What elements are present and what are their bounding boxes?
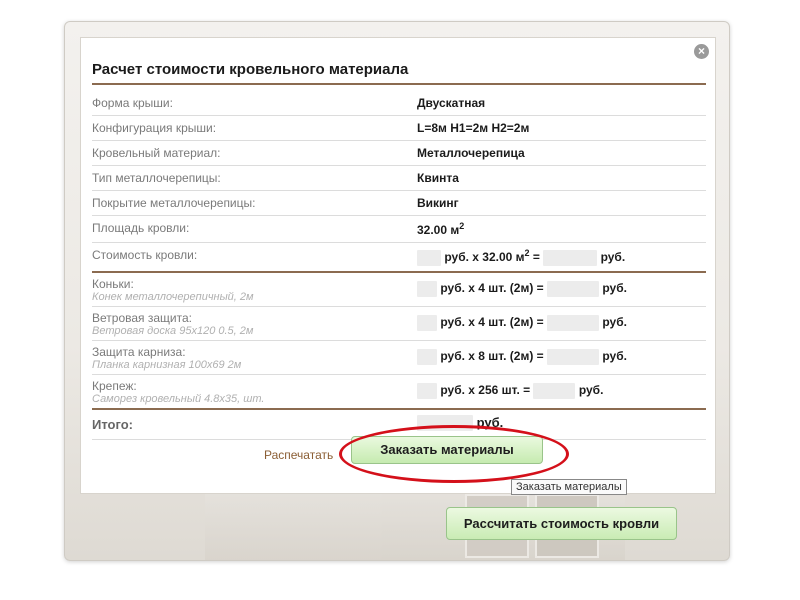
cost-table: Форма крыши: Двускатная Конфигурация кры…	[92, 91, 706, 440]
row-value: руб. x 4 шт. (2м) = руб.	[412, 271, 706, 307]
hidden-price	[417, 315, 437, 332]
item-unit: руб.	[578, 383, 604, 398]
hidden-price	[417, 249, 441, 266]
item-expr: руб. x 4 шт. (2м) =	[440, 315, 544, 330]
row-value: L=8м H1=2м H2=2м	[412, 115, 706, 141]
row-label: Форма крыши:	[92, 91, 412, 116]
hidden-sum	[543, 249, 598, 266]
item-unit: руб.	[602, 315, 627, 330]
price-expr: руб. x 32.00 м	[444, 250, 525, 264]
price-unit: руб.	[600, 250, 626, 264]
hidden-price	[417, 349, 437, 366]
item-label-cell: Коньки: Конек металлочерепичный, 2м	[92, 271, 412, 307]
item-label-cell: Ветровая защита: Ветровая доска 95х120 0…	[92, 306, 412, 341]
row-value: Металлочерепица	[412, 140, 706, 166]
row-value: Квинта	[412, 165, 706, 191]
area-value: 32.00 м	[417, 223, 460, 237]
hidden-sum	[547, 281, 600, 298]
item-desc: Конек металлочерепичный, 2м	[92, 290, 254, 303]
row-label: Кровельный материал:	[92, 140, 412, 166]
item-desc: Ветровая доска 95х120 0.5, 2м	[92, 324, 254, 337]
row-value: руб. x 256 шт. = руб.	[412, 374, 706, 410]
table-row: Стоимость кровли: руб. x 32.00 м2 = руб.	[92, 242, 706, 273]
row-value: Двускатная	[412, 91, 706, 116]
table-row: Форма крыши: Двускатная	[92, 91, 706, 116]
row-label: Покрытие металлочерепицы:	[92, 190, 412, 216]
dialog-title: Расчет стоимости кровельного материала	[92, 61, 706, 85]
item-label-cell: Крепеж: Саморез кровельный 4.8х35, шт.	[92, 374, 412, 410]
table-row: Конфигурация крыши: L=8м H1=2м H2=2м	[92, 115, 706, 141]
total-unit: руб.	[476, 414, 504, 430]
table-row: Защита карниза: Планка карнизная 100х69 …	[92, 340, 706, 375]
cost-dialog: × Расчет стоимости кровельного материала…	[80, 37, 716, 495]
row-value: 32.00 м2	[412, 215, 706, 243]
item-title: Ветровая защита:	[92, 310, 192, 325]
hidden-sum	[547, 315, 600, 332]
item-unit: руб.	[602, 349, 627, 364]
hidden-sum	[547, 349, 600, 366]
row-label: Тип металлочерепицы:	[92, 165, 412, 191]
item-expr: руб. x 8 шт. (2м) =	[440, 349, 544, 364]
row-value: руб. x 32.00 м2 = руб.	[412, 242, 706, 273]
item-title: Коньки:	[92, 276, 134, 291]
total-row: Итого: руб.	[92, 408, 706, 440]
order-tooltip: Заказать материалы	[511, 479, 627, 495]
hidden-total	[417, 415, 473, 432]
total-value: руб.	[412, 408, 706, 440]
price-eq: =	[529, 250, 540, 264]
table-row: Кровельный материал: Металлочерепица	[92, 140, 706, 166]
row-value: руб. x 8 шт. (2м) = руб.	[412, 340, 706, 375]
close-icon[interactable]: ×	[694, 44, 709, 59]
order-materials-button[interactable]: Заказать материалы	[351, 436, 543, 464]
item-title: Крепеж:	[92, 378, 137, 393]
calculator-window: × Расчет стоимости кровельного материала…	[64, 21, 730, 561]
item-desc: Планка карнизная 100х69 2м	[92, 358, 242, 371]
table-row: Покрытие металлочерепицы: Викинг	[92, 190, 706, 216]
item-unit: руб.	[602, 281, 627, 296]
table-row: Тип металлочерепицы: Квинта	[92, 165, 706, 191]
item-expr: руб. x 4 шт. (2м) =	[440, 281, 544, 296]
hidden-sum	[533, 383, 576, 400]
table-row: Ветровая защита: Ветровая доска 95х120 0…	[92, 306, 706, 341]
table-row: Крепеж: Саморез кровельный 4.8х35, шт. р…	[92, 374, 706, 410]
row-value: Викинг	[412, 190, 706, 216]
item-label-cell: Защита карниза: Планка карнизная 100х69 …	[92, 340, 412, 375]
total-label: Итого:	[92, 408, 412, 440]
row-value: руб. x 4 шт. (2м) = руб.	[412, 306, 706, 341]
row-label: Конфигурация крыши:	[92, 115, 412, 141]
row-label: Площадь кровли:	[92, 215, 412, 243]
table-row: Коньки: Конек металлочерепичный, 2м руб.…	[92, 271, 706, 307]
item-desc: Саморез кровельный 4.8х35, шт.	[92, 392, 265, 405]
area-sup: 2	[459, 221, 465, 231]
item-title: Защита карниза:	[92, 344, 186, 359]
print-link[interactable]: Распечатать	[264, 448, 333, 462]
hidden-price	[417, 281, 437, 298]
table-row: Площадь кровли: 32.00 м2	[92, 215, 706, 243]
item-expr: руб. x 256 шт. =	[440, 383, 531, 398]
calculate-roof-cost-button[interactable]: Рассчитать стоимость кровли	[446, 507, 677, 540]
hidden-price	[417, 383, 437, 400]
row-label: Стоимость кровли:	[92, 242, 412, 273]
